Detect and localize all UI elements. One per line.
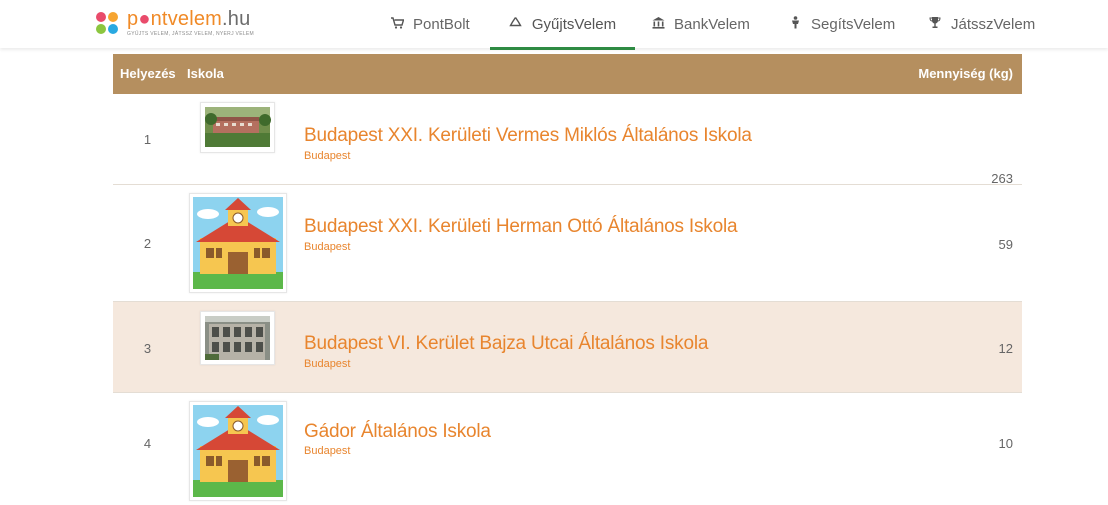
school-illustration[interactable] [189, 401, 287, 501]
school-name-link[interactable]: Budapest XXI. Kerületi Herman Ottó Által… [304, 216, 738, 238]
school-photo[interactable] [200, 102, 275, 153]
person-icon [788, 16, 802, 32]
rank-value: 3 [143, 341, 152, 356]
rank-value: 1 [143, 132, 152, 147]
school-name-link[interactable]: Budapest XXI. Kerületi Vermes Miklós Ált… [304, 125, 752, 147]
recycle-icon [509, 16, 523, 32]
school-illustration[interactable] [189, 193, 287, 293]
amount-value: 263 [991, 171, 1013, 186]
cart-icon [390, 16, 404, 32]
rank-value: 4 [143, 436, 152, 451]
school-city: Budapest [304, 150, 351, 162]
column-header-rank[interactable]: Helyezés [120, 54, 176, 94]
rank-value: 2 [143, 236, 152, 251]
logo-dots-icon [96, 12, 120, 36]
table-row[interactable]: 3 Budapest VI. Kerület Bajza Utcai Által… [113, 302, 1022, 393]
nav-item-segitsvelem[interactable]: SegítsVelem [788, 0, 895, 48]
school-city: Budapest [304, 241, 351, 253]
amount-value: 10 [998, 436, 1013, 451]
table-header: Helyezés Iskola Mennyiség (kg) [113, 54, 1022, 94]
school-name-link[interactable]: Gádor Általános Iskola [304, 421, 491, 443]
table-row[interactable]: 4 Gádor Általános Iskola Budapest 10 [113, 393, 1022, 501]
school-photo[interactable] [200, 311, 275, 365]
nav-item-jatsszvelem[interactable]: JátsszVelem [928, 0, 1035, 48]
school-city: Budapest [304, 445, 351, 457]
school-name-link[interactable]: Budapest VI. Kerület Bajza Utcai Általán… [304, 333, 708, 355]
school-city: Budapest [304, 358, 351, 370]
table-row[interactable]: 2 Budapest XXI. Kerületi Herman Ottó Ált… [113, 185, 1022, 302]
top-navigation-bar: p●ntvelem.hu GYŰJTS VELEM, JÁTSSZ VELEM,… [0, 0, 1108, 50]
active-tab-indicator [490, 47, 635, 50]
nav-item-pontbolt[interactable]: PontBolt [390, 0, 470, 48]
amount-value: 12 [998, 341, 1013, 356]
column-header-amount[interactable]: Mennyiség (kg) [918, 54, 1013, 94]
column-header-school[interactable]: Iskola [187, 54, 224, 94]
amount-value: 59 [998, 237, 1013, 252]
nav-item-bankvelem[interactable]: BankVelem [651, 0, 750, 48]
logo-wordmark: p●ntvelem.hu [127, 8, 251, 30]
table-row[interactable]: 1 Budapest XXI. Kerületi Vermes Miklós Á… [113, 94, 1022, 186]
logo-tagline: GYŰJTS VELEM, JÁTSSZ VELEM, NYERJ VELEM [127, 31, 255, 37]
trophy-icon [928, 16, 942, 32]
nav-item-gyujtsvelem[interactable]: GyűjtsVelem [490, 0, 635, 50]
bank-icon [651, 16, 665, 32]
school-ranking-table: Helyezés Iskola Mennyiség (kg) 1 Budapes… [113, 54, 1022, 501]
